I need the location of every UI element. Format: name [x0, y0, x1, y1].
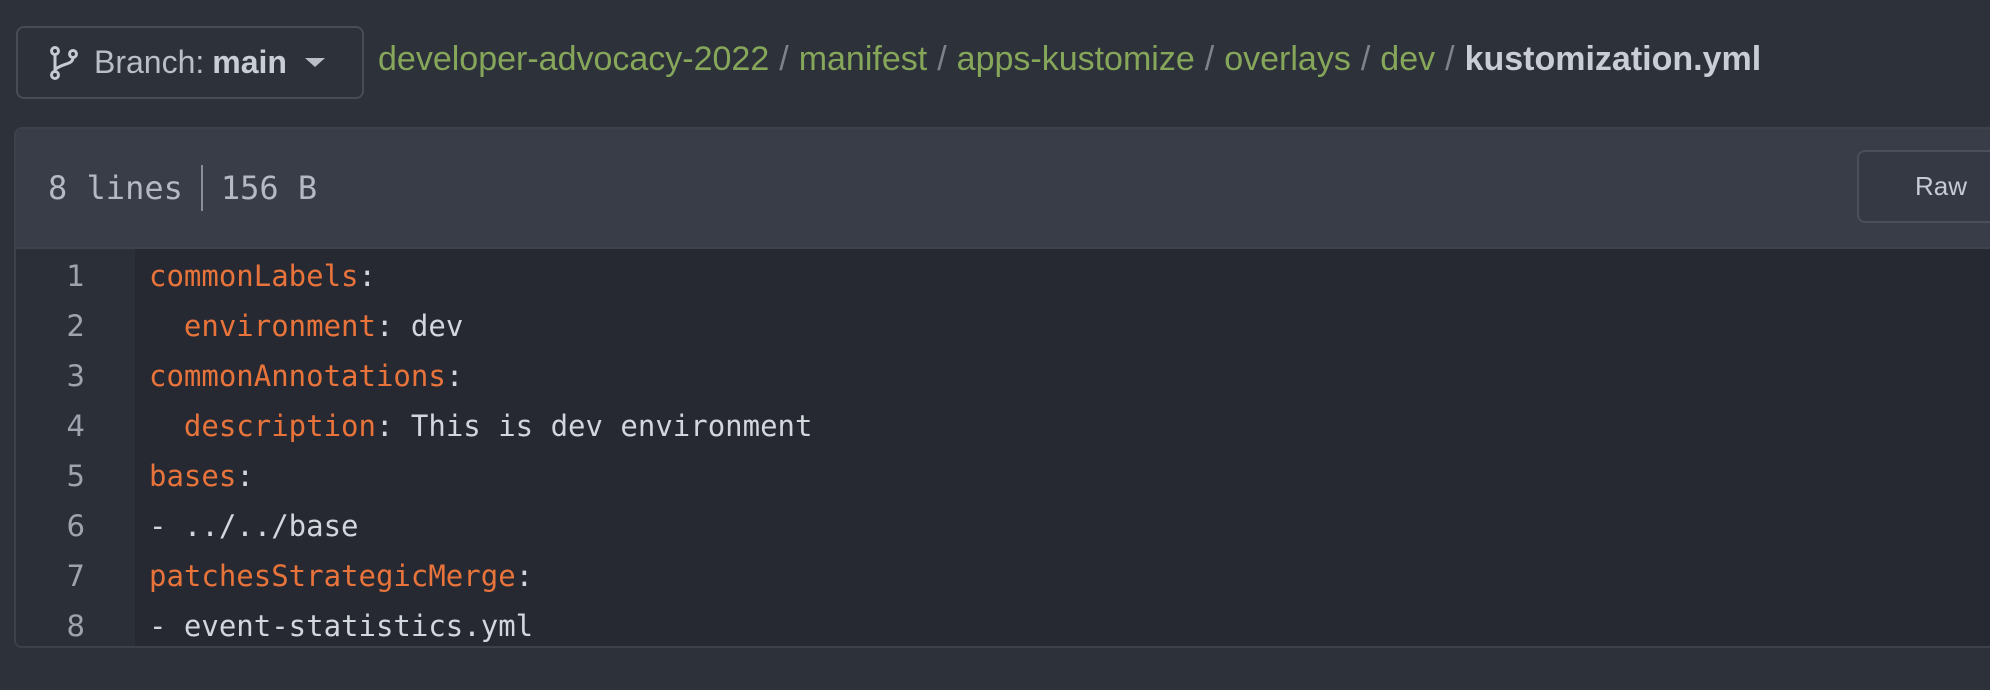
yaml-key: description [183, 409, 376, 443]
chevron-down-icon [304, 58, 325, 67]
breadcrumb-separator: / [937, 40, 947, 78]
code-line: 7 patchesStrategicMerge: [16, 551, 1990, 601]
yaml-value: dev [393, 309, 464, 343]
line-count: 8 lines [48, 169, 183, 207]
line-number[interactable]: 3 [16, 351, 85, 401]
yaml-value: This is dev environment [393, 409, 813, 443]
line-content: environment: dev [149, 301, 463, 351]
breadcrumb-link-dev[interactable]: dev [1380, 40, 1435, 79]
yaml-colon: : [358, 259, 376, 293]
file-size: 156 B [220, 169, 318, 207]
breadcrumb-separator: / [1204, 40, 1215, 78]
line-number[interactable]: 6 [16, 501, 85, 551]
code-line: 3 commonAnnotations: [16, 351, 1990, 401]
yaml-key: bases [149, 459, 237, 493]
breadcrumb-link-repo[interactable]: developer-advocacy-2022 [378, 40, 769, 79]
line-number[interactable]: 1 [16, 251, 85, 301]
line-number[interactable]: 5 [16, 451, 85, 501]
yaml-key: environment [183, 309, 376, 343]
branch-label: Branch: [94, 44, 205, 80]
breadcrumb-link-apps-kustomize[interactable]: apps-kustomize [957, 40, 1195, 79]
line-number[interactable]: 7 [16, 551, 85, 601]
line-content: - ../../base [149, 501, 359, 551]
code-line: 2 environment: dev [16, 301, 1990, 351]
code-line: 1 commonLabels: [16, 251, 1990, 301]
yaml-key: commonAnnotations [149, 359, 446, 393]
yaml-colon: : [236, 459, 254, 493]
yaml-colon: : [375, 309, 394, 343]
yaml-value: - event-statistics.yml [149, 609, 534, 643]
yaml-colon: : [445, 359, 464, 393]
breadcrumb-link-manifest[interactable]: manifest [799, 40, 928, 79]
code-line: 8 - event-statistics.yml [16, 601, 1990, 646]
code-view[interactable]: 1 commonLabels: 2 environment: dev 3 commonA… [16, 249, 1990, 646]
yaml-key: patchesStrategicMerge [149, 559, 516, 593]
breadcrumb-current-file: kustomization.yml [1464, 40, 1762, 78]
raw-button[interactable]: Raw [1857, 150, 1990, 223]
breadcrumb-separator: / [1360, 40, 1371, 78]
line-content: - event-statistics.yml [149, 601, 534, 646]
line-content: commonAnnotations: [149, 351, 463, 401]
breadcrumb-separator: / [1445, 40, 1455, 78]
breadcrumb: developer-advocacy-2022 / manifest / app… [378, 40, 1761, 79]
breadcrumb-link-overlays[interactable]: overlays [1224, 40, 1351, 79]
line-number[interactable]: 4 [16, 401, 85, 451]
branch-name: main [212, 44, 287, 80]
yaml-colon: : [515, 559, 534, 593]
yaml-value: - ../../base [149, 509, 359, 543]
file-header: 8 lines 156 B Raw [16, 129, 1990, 249]
meta-divider [200, 165, 203, 211]
line-number[interactable]: 2 [16, 301, 85, 351]
line-content: patchesStrategicMerge: [149, 551, 533, 601]
code-line: 4 description: This is dev environment [16, 401, 1990, 451]
yaml-key: commonLabels [149, 259, 359, 293]
file-viewer: 8 lines 156 B Raw 1 commonLabels: 2 enviro… [14, 127, 1990, 648]
branch-select-button[interactable]: Branch: main [16, 26, 364, 99]
yaml-colon: : [375, 409, 394, 443]
line-content: description: This is dev environment [149, 401, 813, 451]
file-navigation-bar: Branch: main developer-advocacy-2022 / m… [0, 0, 1990, 128]
git-branch-icon [50, 45, 78, 80]
file-info: 8 lines 156 B [48, 165, 317, 211]
code-line: 5 bases: [16, 451, 1990, 501]
code-line: 6 - ../../base [16, 501, 1990, 551]
breadcrumb-separator: / [779, 40, 789, 78]
line-content: bases: [149, 451, 254, 501]
line-number[interactable]: 8 [16, 601, 85, 646]
line-content: commonLabels: [149, 251, 376, 301]
